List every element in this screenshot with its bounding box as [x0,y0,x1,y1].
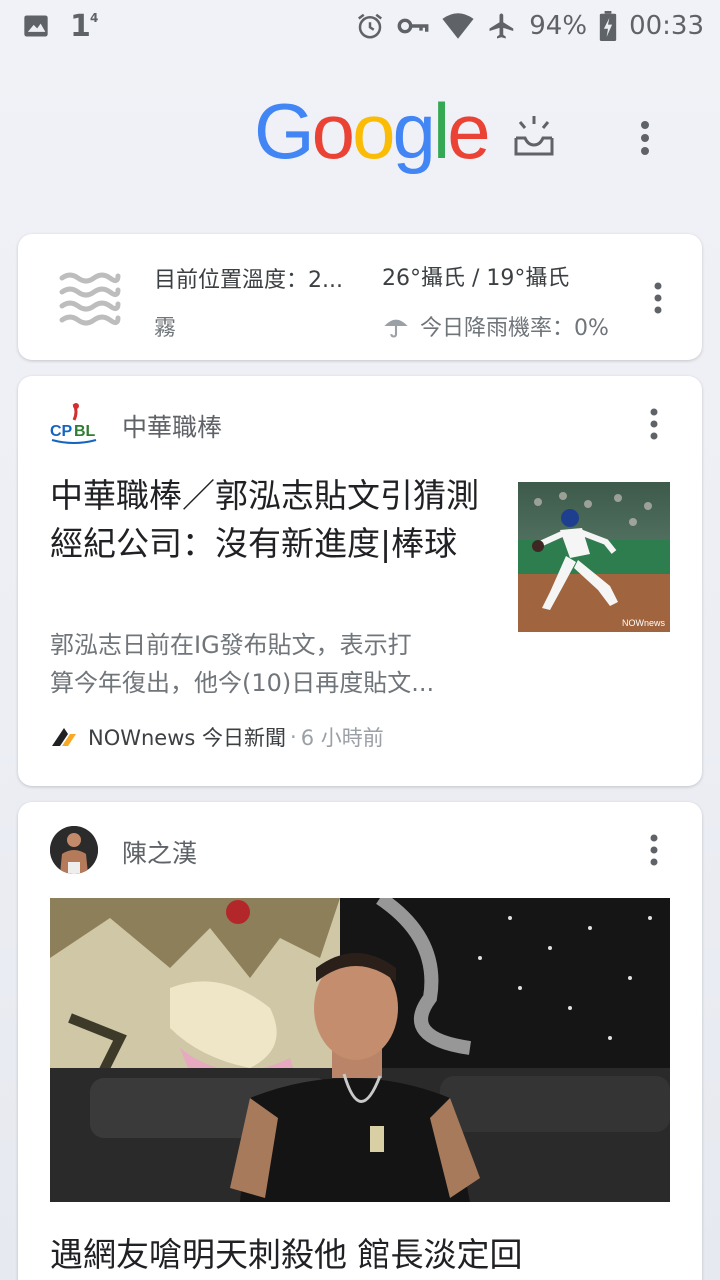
logo-letter: o [311,87,355,175]
rain-chance: 今日降雨機率：0% [382,310,609,342]
header: Google [0,88,720,178]
temp-range: 26°攝氏 / 19°攝氏 [382,266,570,291]
news-publisher[interactable]: NOWnews 今日新聞 [88,722,286,752]
nownews-logo-icon [52,728,76,746]
logo-letter: g [392,87,435,175]
google-logo: Google [254,87,491,175]
news-thumbnail[interactable]: NOWnews [518,482,670,632]
battery-percent: 94% [529,11,588,41]
airplane-mode-icon [489,13,514,39]
battery-charging-icon [599,11,617,41]
news-card[interactable]: 陳之漢 遇網友嗆明天刺殺他 館長淡定回 [18,802,702,1280]
fog-icon [59,272,121,326]
news-more-icon[interactable] [642,404,666,444]
news-source[interactable]: 陳之漢 [122,834,197,870]
weather-location-temp: 目前位置溫度：2... [154,268,343,293]
news-meta: NOWnews 今日新聞 · 6 小時前 [50,722,384,752]
status-bar: 14 94% 00:33 [0,0,720,52]
svg-text:CP: CP [50,423,73,440]
wifi-icon [442,13,474,39]
news-source[interactable]: 中華職棒 [122,408,222,444]
weather-more-icon[interactable] [646,278,670,318]
updates-tray-icon[interactable] [508,114,560,158]
more-options-icon[interactable] [630,118,660,158]
news-more-icon[interactable] [642,830,666,870]
news-headline[interactable]: 中華職棒／郭泓志貼文引猜測經紀公司：沒有新進度|棒球 [50,472,490,568]
notification-count: 14 [70,8,99,44]
image-notification-icon [24,15,48,37]
logo-letter: o [352,87,395,175]
meta-separator: · [290,725,297,749]
snippet-line-1: 郭泓志日前在IG發布貼文，表示打 [50,631,412,659]
snippet-line-2: 算今年復出，他今(10)日再度貼文... [50,669,435,697]
news-card[interactable]: CP BL 中華職棒 中華職棒／郭泓志貼文引猜測經紀公司：沒有新進度|棒球 NO… [18,376,702,786]
logo-letter: l [432,87,450,175]
rain-chance-text: 今日降雨機率：0% [420,316,609,341]
clock: 00:33 [629,11,704,41]
vpn-key-icon [397,18,429,34]
news-headline[interactable]: 遇網友嗆明天刺殺他 館長淡定回 [50,1228,523,1276]
weather-condition: 霧 [154,316,177,341]
news-snippet: 郭泓志日前在IG發布貼文，表示打 算今年復出，他今(10)日再度貼文... [50,626,490,702]
news-image[interactable] [50,898,670,1202]
weather-card[interactable]: 目前位置溫度：2... 霧 26°攝氏 / 19°攝氏 今日降雨機率：0% [18,234,702,360]
alarm-icon [358,13,383,39]
thumb-watermark: NOWnews [622,618,666,628]
logo-letter: G [254,87,315,175]
logo-letter: e [447,87,490,175]
cpbl-logo: CP BL [50,403,97,444]
svg-text:BL: BL [74,423,96,440]
news-time: 6 小時前 [300,726,384,750]
avatar[interactable] [50,826,98,874]
umbrella-icon [384,319,408,338]
